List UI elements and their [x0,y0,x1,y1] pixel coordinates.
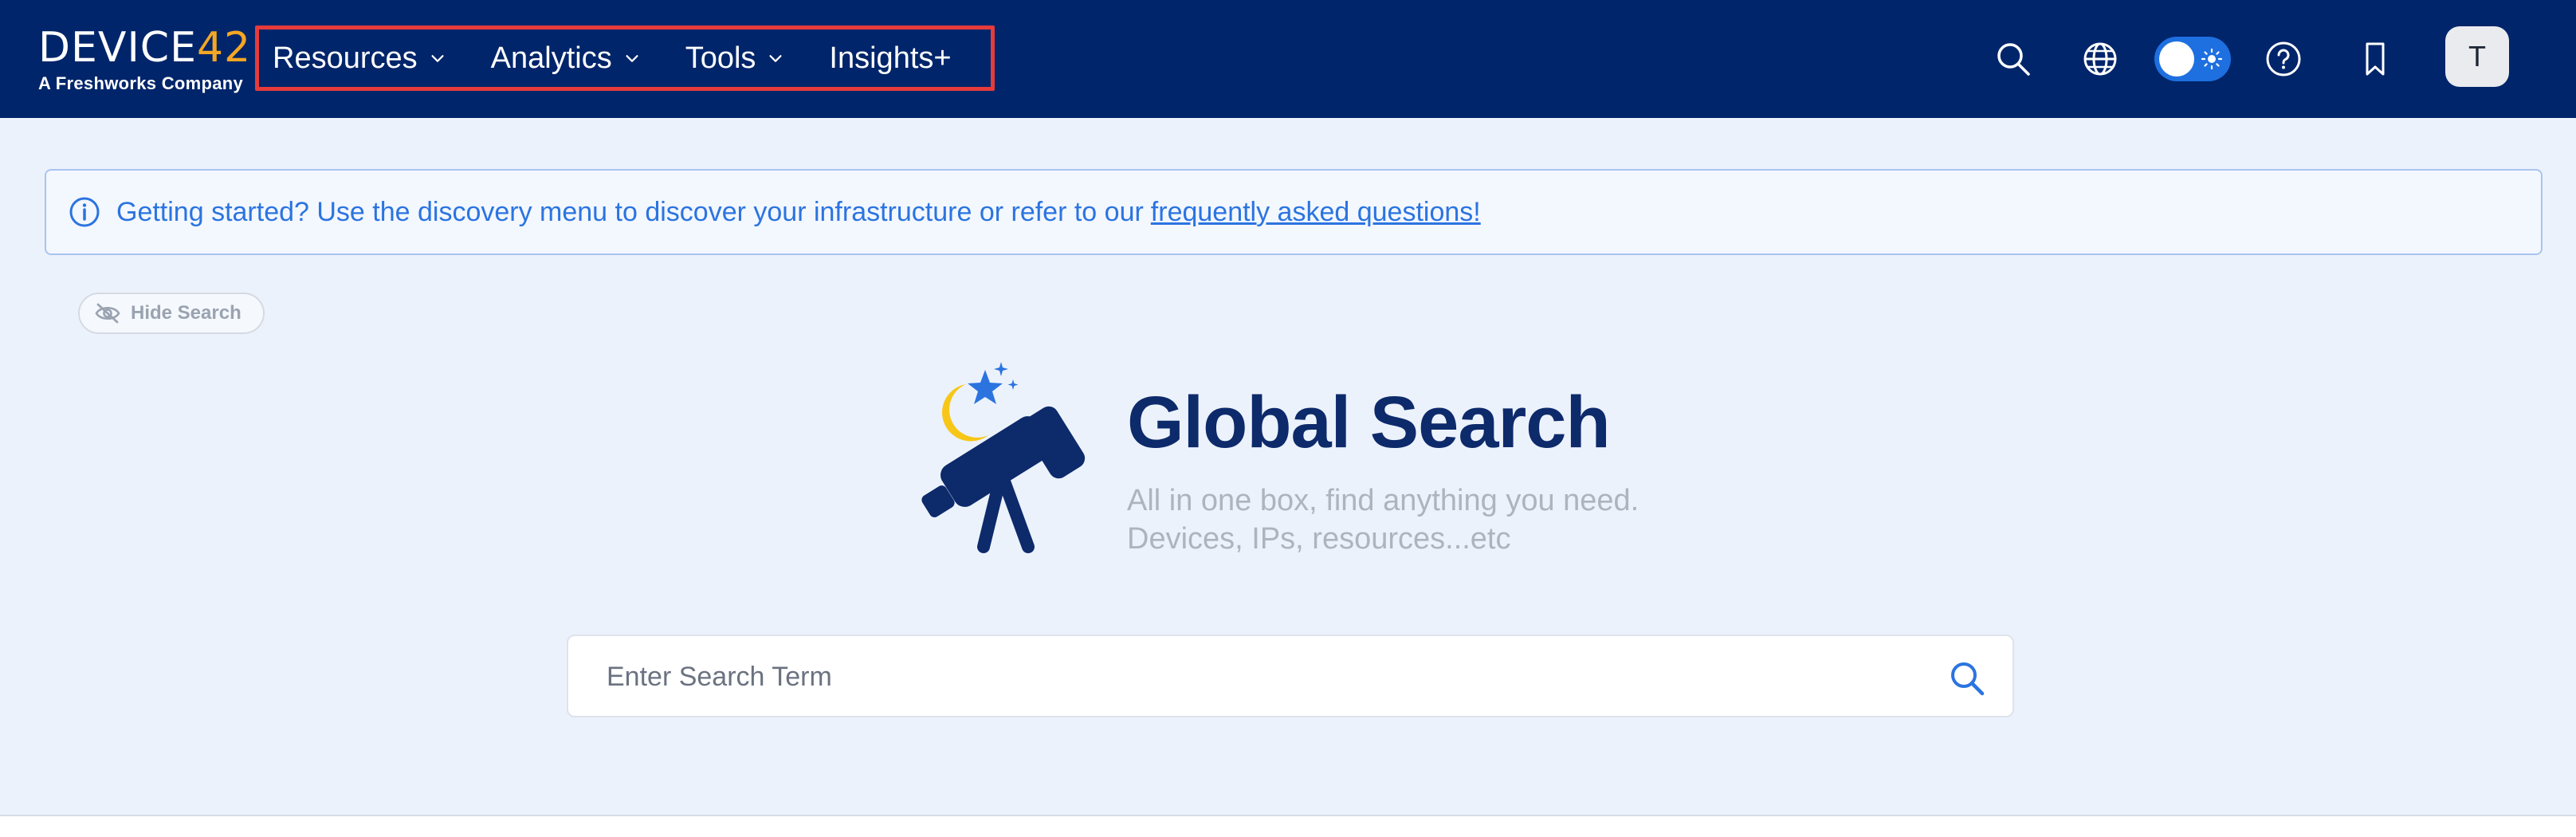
nav-item-resources[interactable]: Resources [273,41,446,76]
help-icon [2266,41,2301,77]
chevron-down-icon [626,55,638,62]
nav-item-label: Analytics [490,41,612,75]
toggle-knob [2159,41,2194,77]
search-input[interactable] [607,652,1882,701]
nav-item-label: Resources [273,41,418,75]
chevron-down-icon [431,55,444,62]
faq-link[interactable]: frequently asked questions! [1151,197,1481,228]
logo-tagline: A Freshworks Company [38,73,244,93]
sparkle-icon [1007,379,1019,390]
page-subtitle: All in one box, find anything you need. … [1127,481,1639,558]
help-button[interactable] [2261,37,2306,81]
banner-text: Getting started? Use the discovery menu … [116,196,1144,227]
language-button[interactable] [2078,37,2122,81]
bookmark-icon [2366,42,2385,76]
global-search-button[interactable] [1991,37,2036,81]
chevron-down-icon [769,55,782,62]
subtitle-line-2: Devices, IPs, resources...etc [1127,522,1511,556]
hide-search-label: Hide Search [131,302,242,324]
sparkle-icon [994,362,1008,376]
user-avatar[interactable]: T [2445,26,2509,87]
global-search-box [567,635,2014,717]
telescope-illustration [921,362,1086,553]
search-submit-button[interactable] [1947,658,1987,698]
nav-item-insights[interactable]: Insights+ [829,41,951,76]
page-title: Global Search [1127,382,1611,463]
hide-search-button[interactable]: Hide Search [78,293,265,334]
device42-logo[interactable]: DEVICE42 A Freshworks Company [38,24,250,94]
getting-started-banner: Getting started? Use the discovery menu … [45,169,2543,255]
main-nav: Resources Analytics Tools Insights+ [273,32,996,84]
nav-item-label: Insights+ [829,41,952,75]
globe-icon [2083,42,2117,76]
search-icon [1997,43,2030,76]
subtitle-line-1: All in one box, find anything you need. [1127,484,1639,517]
search-icon [1951,662,1985,696]
nav-item-analytics[interactable]: Analytics [491,41,641,76]
sun-icon [2201,48,2223,70]
info-icon [69,197,100,227]
logo-accent-text: 42 [196,24,252,72]
nav-item-label: Tools [685,41,756,75]
eye-slash-icon [95,303,120,324]
logo-main-text: DEVICE [38,24,197,72]
top-navigation-bar: DEVICE42 A Freshworks Company Resources … [0,0,2576,118]
content-divider [0,815,2576,816]
theme-toggle[interactable] [2154,37,2231,81]
star-icon [968,370,1003,404]
nav-item-tools[interactable]: Tools [685,41,785,76]
bookmarks-button[interactable] [2353,37,2397,81]
